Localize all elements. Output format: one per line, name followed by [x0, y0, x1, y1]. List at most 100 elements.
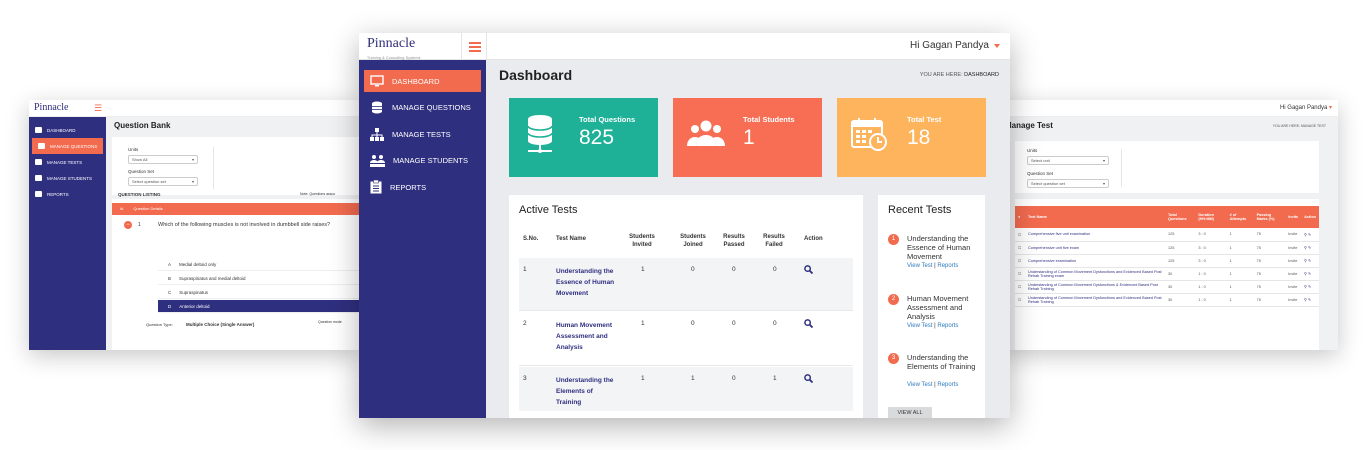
test-name-link[interactable]: Understanding of Common Movement Dysfunc…: [1025, 293, 1165, 307]
row-checkbox[interactable]: ☐: [1015, 241, 1025, 255]
stat-total-test[interactable]: Total Test 18: [837, 98, 986, 177]
invite-link[interactable]: Invite: [1285, 228, 1302, 242]
option-c[interactable]: C Supraspinatus: [158, 286, 360, 299]
edit-icon[interactable]: ✎: [1308, 246, 1311, 250]
question-set-select[interactable]: Select question set ▾: [1027, 179, 1109, 188]
view-test-link[interactable]: View Test: [907, 263, 932, 269]
action-icons[interactable]: ⚲ ✎: [1301, 267, 1319, 281]
sidebar-item-dashboard[interactable]: DASHBOARD: [29, 122, 106, 138]
reports-link[interactable]: Reports: [937, 263, 958, 269]
units-label: Units: [128, 147, 139, 152]
clipboard-icon: [35, 191, 42, 197]
main-content: Question Bank Units Show All ▾ Question S…: [106, 117, 360, 350]
user-menu[interactable]: Hi Gagan Pandya: [910, 40, 1000, 51]
action-icons[interactable]: ⚲ ✎: [1301, 228, 1319, 242]
search-icon[interactable]: [804, 265, 813, 274]
menu-icon[interactable]: ☰: [94, 103, 102, 114]
invite-link[interactable]: Invite: [1285, 241, 1302, 255]
sidebar-item-manage-tests[interactable]: MANAGE TESTS: [364, 123, 481, 145]
sidebar-item-dashboard[interactable]: DASHBOARD: [364, 70, 481, 92]
col-invite: Invite: [1285, 206, 1302, 228]
recent-test-number: 1: [888, 234, 899, 245]
view-test-link[interactable]: View Test: [907, 323, 932, 329]
units-select[interactable]: Show All ▾: [128, 155, 198, 164]
row-checkbox[interactable]: ☐: [1015, 267, 1025, 281]
edit-icon[interactable]: ✎: [1308, 259, 1311, 263]
col-sno: S.No.: [523, 236, 539, 242]
search-icon[interactable]: ⚲: [1304, 272, 1307, 276]
user-menu[interactable]: Hi Gagan Pandya ▾: [1280, 104, 1332, 111]
stat-total-questions[interactable]: Total Questions 825: [509, 98, 658, 177]
reports-link[interactable]: Reports: [937, 323, 958, 329]
invite-link[interactable]: Invite: [1285, 280, 1302, 294]
row-checkbox[interactable]: ☐: [1015, 293, 1025, 307]
sidebar-item-manage-questions[interactable]: MANAGE QUESTIONS: [32, 138, 103, 154]
total-questions: 30: [1165, 293, 1196, 307]
monitor-icon: [35, 127, 42, 133]
search-icon[interactable]: ⚲: [1304, 298, 1307, 302]
results-passed: 0: [732, 375, 736, 382]
panel-title: Active Tests: [519, 204, 578, 216]
edit-icon[interactable]: ✎: [1308, 272, 1311, 276]
option-a[interactable]: A Medial deltoid only: [158, 258, 360, 271]
menu-icon[interactable]: [461, 33, 487, 60]
edit-icon[interactable]: ✎: [1308, 233, 1311, 237]
recent-test-name: Human Movement Assessment and Analysis: [907, 294, 969, 321]
action-icons[interactable]: ⚲ ✎: [1301, 280, 1319, 294]
test-name-link[interactable]: Comprehensive five unit examination: [1025, 228, 1165, 242]
test-name-link[interactable]: Comprehensive examination: [1025, 254, 1165, 268]
question-set-select[interactable]: Select question set ▾: [128, 177, 198, 186]
search-icon[interactable]: ⚲: [1304, 246, 1307, 250]
sidebar-item-reports[interactable]: REPORTS: [364, 176, 481, 198]
stat-label: Total Questions: [579, 115, 636, 124]
test-name-link[interactable]: Human Movement Assessment and Analysis: [556, 320, 616, 353]
row-checkbox[interactable]: ☐: [1015, 228, 1025, 242]
action-icons[interactable]: ⚲ ✎: [1301, 293, 1319, 307]
sidebar-item-manage-questions[interactable]: MANAGE QUESTIONS: [364, 97, 481, 119]
action-icons[interactable]: ⚲ ✎: [1301, 241, 1319, 255]
test-name-link[interactable]: Understanding of Common Movement Dysfunc…: [1025, 267, 1165, 281]
sidebar-item-manage-students[interactable]: MANAGE STUDENTS: [364, 150, 481, 172]
row-checkbox[interactable]: ☐: [1015, 254, 1025, 268]
units-select[interactable]: Select unit ▾: [1027, 156, 1109, 165]
view-all-button[interactable]: VIEW ALL: [888, 407, 932, 418]
sidebar-item-manage-tests[interactable]: MANAGE TESTS: [29, 154, 106, 170]
option-letter: B: [168, 275, 172, 281]
invite-link[interactable]: Invite: [1285, 293, 1302, 307]
stat-value: 825: [579, 126, 615, 149]
search-icon[interactable]: ⚲: [1304, 233, 1307, 237]
table-header: ● Test Name Total Questions Duration (HH…: [1015, 206, 1319, 228]
invite-link[interactable]: Invite: [1285, 267, 1302, 281]
edit-icon[interactable]: ✎: [1308, 285, 1311, 289]
sidebar-item-manage-students[interactable]: MANAGE STUDENTS: [29, 170, 106, 186]
search-icon[interactable]: [804, 319, 813, 328]
duration: 3 : 0: [1195, 254, 1227, 268]
test-name-link[interactable]: Understanding of Common Movement Dysfunc…: [1025, 280, 1165, 294]
results-passed: 0: [732, 320, 736, 327]
students-invited: 1: [641, 320, 645, 327]
select-all-checkbox[interactable]: ●: [1015, 206, 1025, 228]
invite-link[interactable]: Invite: [1285, 254, 1302, 268]
stat-label: Total Test: [907, 115, 942, 124]
collapse-icon[interactable]: −: [124, 221, 132, 229]
edit-icon[interactable]: ✎: [1308, 298, 1311, 302]
search-icon[interactable]: [804, 374, 813, 383]
option-b[interactable]: B Supraspinatus and medial deltoid: [158, 272, 360, 285]
search-icon[interactable]: ⚲: [1304, 259, 1307, 263]
option-d[interactable]: D Anterior deltoid: [158, 300, 360, 313]
search-icon[interactable]: ⚲: [1304, 285, 1307, 289]
reports-link[interactable]: Reports: [937, 382, 958, 388]
view-test-link[interactable]: View Test: [907, 382, 932, 388]
sidebar-item-reports[interactable]: REPORTS: [29, 186, 106, 202]
total-questions: 30: [1165, 280, 1196, 294]
test-name-link[interactable]: Comprehensive unit five exam: [1025, 241, 1165, 255]
students-invited: 1: [641, 375, 645, 382]
test-name-link[interactable]: Understanding the Elements of Training: [556, 375, 616, 408]
chevron-down-icon: ▾: [1102, 181, 1105, 186]
duration: 3 : 0: [1195, 228, 1227, 242]
units-select-value: Show All: [132, 157, 148, 162]
test-name-link[interactable]: Understanding the Essence of Human Movem…: [556, 266, 616, 299]
action-icons[interactable]: ⚲ ✎: [1301, 254, 1319, 268]
stat-total-students[interactable]: Total Students 1: [673, 98, 822, 177]
row-checkbox[interactable]: ☐: [1015, 280, 1025, 294]
